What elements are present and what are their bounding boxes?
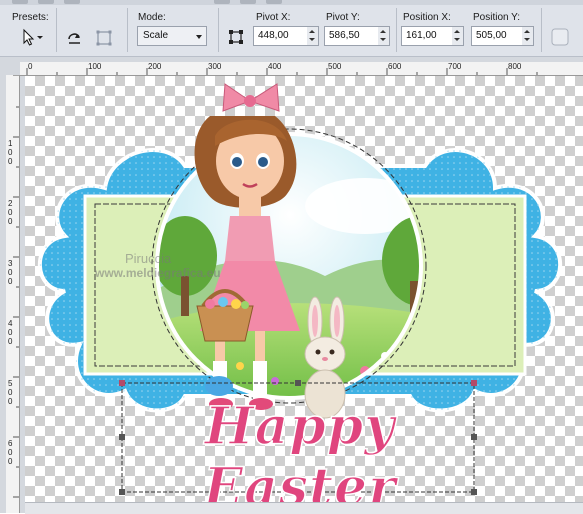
watermark-url: www.meldiegrafica.eu <box>95 266 221 280</box>
arrow-pointer-icon <box>23 28 43 46</box>
chevron-down-icon <box>196 35 202 39</box>
horizontal-ruler: 0 100 200 300 400 500 600 700 800 <box>20 62 583 76</box>
ruler-label: 800 <box>508 62 522 71</box>
ruler-label: 700 <box>448 62 462 71</box>
ruler-label: 200 <box>148 62 162 71</box>
watermark-name: Piruccia <box>125 251 172 266</box>
position-y-spinner[interactable] <box>522 26 534 46</box>
position-x-label: Position X: <box>403 12 451 23</box>
pivot-x-spinner[interactable] <box>307 26 319 46</box>
apply-button[interactable] <box>550 27 570 47</box>
toolbar-top-strip <box>0 0 583 5</box>
pivot-y-label: Pivot Y: <box>326 12 360 23</box>
reset-transform-icon <box>68 33 80 44</box>
mode-select-value: Scale <box>143 30 169 41</box>
presets-label: Presets: <box>12 12 49 23</box>
position-y-label: Position Y: <box>473 12 521 23</box>
tool-options-bar: Presets: Mode: Scale Pivot X: 448,00 Piv… <box>0 0 583 57</box>
reset-rectangle-button[interactable] <box>64 28 84 48</box>
ruler-label: 0 <box>28 62 33 71</box>
ruler-label: 4 0 0 <box>8 319 13 346</box>
presets-dropdown-button[interactable] <box>20 27 46 47</box>
ruler-label: 600 <box>388 62 402 71</box>
ruler-label: 2 0 0 <box>8 199 13 226</box>
position-y-input[interactable]: 505,00 <box>471 26 523 46</box>
ruler-label: 5 0 0 <box>8 379 13 406</box>
pivot-x-label: Pivot X: <box>256 12 291 23</box>
edit-selection-button[interactable] <box>94 28 114 48</box>
blue-egg <box>205 376 233 396</box>
ruler-label: 300 <box>208 62 222 71</box>
ruler-label: 500 <box>328 62 342 71</box>
pivot-x-input[interactable]: 448,00 <box>253 26 308 46</box>
ruler-ticks <box>26 68 538 75</box>
pivot-bounding-box-icon <box>229 30 243 44</box>
ruler-label: 1 0 0 <box>8 139 13 166</box>
position-x-input[interactable]: 161,00 <box>401 26 453 46</box>
pick-pivot-button[interactable] <box>226 27 246 47</box>
selection-grid-icon <box>96 30 112 46</box>
ruler-label: 100 <box>88 62 102 71</box>
watermark: Piruccia www.meldiegrafica.eu <box>95 251 325 280</box>
image-canvas[interactable]: Happy Easter Piruccia www.meldiegrafica.… <box>25 76 583 502</box>
mode-label: Mode: <box>138 12 166 23</box>
pivot-y-input[interactable]: 586,50 <box>324 26 379 46</box>
ruler-label: 6 0 0 <box>8 439 13 466</box>
vertical-ruler: 1 0 0 2 0 0 3 0 0 4 0 0 5 0 0 6 0 0 <box>6 75 20 513</box>
horizontal-scrollbar[interactable] <box>25 502 583 514</box>
ruler-label: 3 0 0 <box>8 259 13 286</box>
pivot-y-spinner[interactable] <box>378 26 390 46</box>
mode-select[interactable]: Scale <box>137 26 207 46</box>
ruler-label: 400 <box>268 62 282 71</box>
apply-check-icon <box>551 28 569 46</box>
position-x-spinner[interactable] <box>452 26 464 46</box>
happy-easter-title: Happy Easter <box>203 395 397 502</box>
